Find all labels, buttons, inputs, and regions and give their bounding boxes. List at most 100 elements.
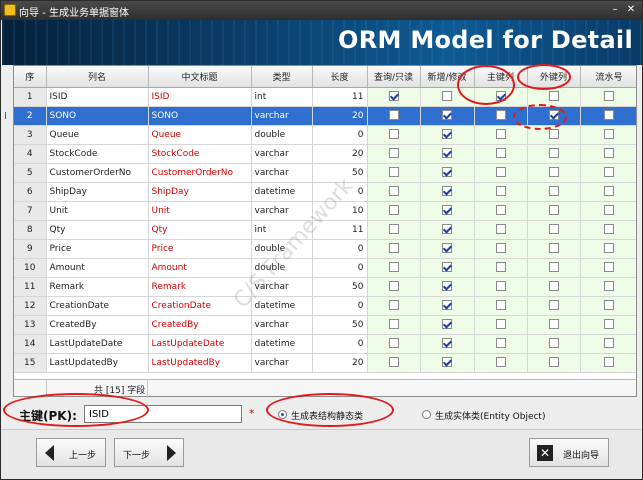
checkbox[interactable] [548, 91, 559, 102]
checkbox[interactable] [442, 319, 452, 330]
checkbox[interactable] [548, 281, 559, 292]
checkbox[interactable] [604, 262, 614, 273]
cell-len[interactable]: 20 [312, 144, 368, 164]
cell-name[interactable]: ISID [46, 87, 149, 107]
cell-n[interactable]: 3 [14, 125, 47, 145]
checkbox[interactable] [495, 148, 506, 159]
checkbox[interactable] [388, 91, 399, 102]
cell-title[interactable]: ISID [148, 87, 252, 107]
checkbox[interactable] [388, 262, 399, 273]
exit-button[interactable]: ✕ 退出向导 [529, 438, 609, 467]
checkbox[interactable] [442, 357, 452, 368]
checkbox[interactable] [495, 110, 506, 121]
cell-name[interactable]: Unit [46, 201, 149, 221]
cell-type[interactable]: varchar [251, 353, 313, 373]
cell-title[interactable]: Amount [148, 258, 252, 278]
checkbox[interactable] [548, 243, 559, 254]
cell-title[interactable]: CreatedBy [148, 315, 252, 335]
cell-n[interactable]: 13 [14, 315, 47, 335]
cell-len[interactable]: 0 [312, 296, 368, 316]
checkbox[interactable] [495, 129, 506, 140]
cell-n[interactable]: 8 [14, 220, 47, 240]
radio-entity-class[interactable] [422, 410, 431, 419]
checkbox[interactable] [495, 338, 506, 349]
checkbox[interactable] [495, 167, 506, 178]
checkbox[interactable] [604, 167, 614, 178]
checkbox[interactable] [442, 224, 452, 235]
checkbox[interactable] [604, 281, 614, 292]
cell-type[interactable]: varchar [251, 315, 313, 335]
table-row[interactable]: 15 LastUpdatedBy LastUpdatedBy varchar 20 [14, 353, 636, 373]
cell-n[interactable]: 10 [14, 258, 47, 278]
column-header[interactable]: 序 [14, 66, 47, 88]
cell-type[interactable]: varchar [251, 106, 313, 126]
checkbox[interactable] [388, 205, 399, 216]
cell-title[interactable]: CustomerOrderNo [148, 163, 252, 183]
checkbox[interactable] [442, 167, 452, 178]
checkbox[interactable] [388, 338, 399, 349]
checkbox[interactable] [495, 205, 506, 216]
checkbox[interactable] [604, 110, 614, 121]
checkbox[interactable] [495, 224, 506, 235]
cell-n[interactable]: 7 [14, 201, 47, 221]
checkbox[interactable] [495, 281, 506, 292]
checkbox[interactable] [604, 300, 614, 311]
table-row[interactable]: 13 CreatedBy CreatedBy varchar 50 [14, 315, 636, 335]
cell-type[interactable]: varchar [251, 144, 313, 164]
cell-name[interactable]: Remark [46, 277, 149, 297]
cell-name[interactable]: Queue [46, 125, 149, 145]
checkbox[interactable] [442, 110, 452, 121]
checkbox[interactable] [442, 129, 452, 140]
checkbox[interactable] [442, 243, 452, 254]
checkbox[interactable] [604, 338, 614, 349]
cell-len[interactable]: 50 [312, 277, 368, 297]
checkbox[interactable] [442, 262, 452, 273]
table-row[interactable]: 12 CreationDate CreationDate datetime 0 [14, 296, 636, 316]
checkbox[interactable] [388, 319, 399, 330]
cell-name[interactable]: Qty [46, 220, 149, 240]
checkbox[interactable] [388, 300, 399, 311]
checkbox[interactable] [388, 167, 399, 178]
cell-name[interactable]: Amount [46, 258, 149, 278]
cell-title[interactable]: StockCode [148, 144, 252, 164]
cell-n[interactable]: 12 [14, 296, 47, 316]
cell-len[interactable]: 20 [312, 353, 368, 373]
column-header[interactable]: 类型 [251, 66, 313, 88]
checkbox[interactable] [604, 243, 614, 254]
checkbox[interactable] [495, 357, 506, 368]
checkbox[interactable] [388, 186, 399, 197]
cell-title[interactable]: LastUpdateDate [148, 334, 252, 354]
cell-n[interactable]: 9 [14, 239, 47, 259]
checkbox[interactable] [442, 338, 452, 349]
checkbox[interactable] [442, 91, 452, 102]
cell-len[interactable]: 0 [312, 334, 368, 354]
cell-n[interactable]: 14 [14, 334, 47, 354]
cell-type[interactable]: double [251, 125, 313, 145]
cell-title[interactable]: Qty [148, 220, 252, 240]
cell-title[interactable]: Price [148, 239, 252, 259]
column-header[interactable]: 查询/只读 [367, 66, 421, 88]
column-header[interactable]: 长度 [312, 66, 368, 88]
prev-button[interactable]: 上一步 [36, 438, 106, 467]
radio-entity-label[interactable]: 生成实体类(Entity Object) [435, 409, 545, 422]
checkbox[interactable] [442, 300, 452, 311]
close-icon[interactable]: ✕ [624, 3, 638, 17]
cell-type[interactable]: datetime [251, 334, 313, 354]
checkbox[interactable] [604, 129, 614, 140]
minimize-button[interactable]: – [608, 3, 622, 17]
column-header[interactable]: 列名 [46, 66, 149, 88]
checkbox[interactable] [604, 148, 614, 159]
cell-type[interactable]: int [251, 87, 313, 107]
cell-len[interactable]: 11 [312, 87, 368, 107]
checkbox[interactable] [548, 167, 559, 178]
checkbox[interactable] [548, 224, 559, 235]
checkbox[interactable] [548, 262, 559, 273]
checkbox[interactable] [388, 357, 399, 368]
cell-title[interactable]: LastUpdatedBy [148, 353, 252, 373]
checkbox[interactable] [388, 148, 399, 159]
checkbox[interactable] [604, 319, 614, 330]
cell-name[interactable]: Price [46, 239, 149, 259]
table-row[interactable]: 11 Remark Remark varchar 50 [14, 277, 636, 297]
checkbox[interactable] [604, 357, 614, 368]
cell-name[interactable]: LastUpdatedBy [46, 353, 149, 373]
